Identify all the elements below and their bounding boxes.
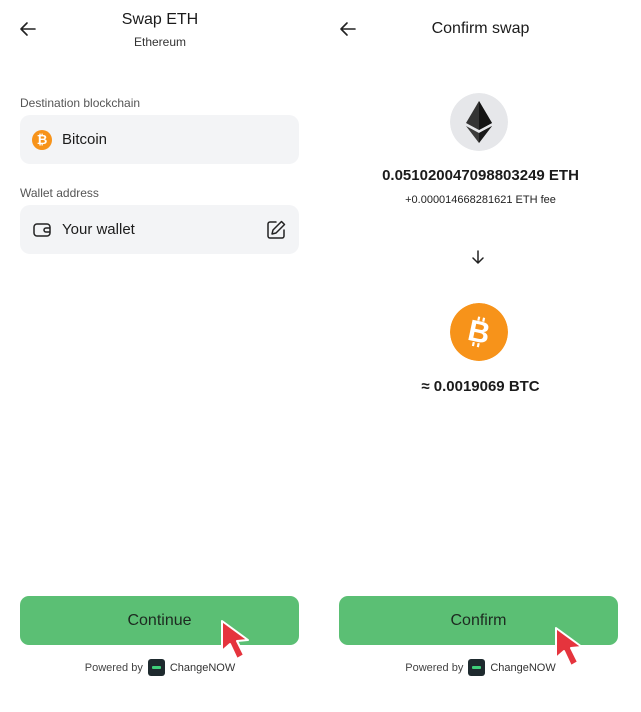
- wallet-value: Your wallet: [62, 221, 135, 238]
- bitcoin-icon: B: [450, 303, 508, 361]
- to-amount: ≈ 0.0019069 BTC: [421, 378, 540, 395]
- page-title: Swap ETH: [121, 11, 199, 28]
- arrow-down-icon: [472, 250, 484, 264]
- bitcoin-icon: ₿: [32, 129, 52, 150]
- powered-by-brand: ChangeNOW: [169, 661, 236, 674]
- page-title: Confirm swap: [431, 20, 530, 37]
- powered-by-text: Powered by: [405, 661, 464, 674]
- destination-value: Bitcoin: [62, 131, 108, 148]
- edit-icon[interactable]: [265, 219, 287, 241]
- confirm-button[interactable]: Confirm: [339, 596, 618, 645]
- swap-eth-screen: Swap ETH Ethereum Destination blockchain…: [0, 0, 320, 712]
- continue-button[interactable]: Continue: [20, 596, 299, 645]
- changenow-logo-icon: [468, 659, 486, 676]
- changenow-logo-icon: [147, 659, 165, 676]
- confirm-swap-screen: Confirm swap 0.051020047098803249 ETH +0…: [320, 0, 641, 712]
- powered-by: Powered by ChangeNOW: [320, 659, 641, 676]
- powered-by: Powered by ChangeNOW: [0, 659, 320, 676]
- network-fee: +0.000014668281621 ETH fee: [405, 194, 556, 206]
- from-amount: 0.051020047098803249 ETH: [382, 167, 579, 184]
- destination-label: Destination blockchain: [20, 96, 141, 110]
- wallet-label: Wallet address: [20, 186, 99, 200]
- powered-by-brand: ChangeNOW: [490, 661, 556, 674]
- page-subtitle: Ethereum: [133, 35, 187, 49]
- wallet-address-field[interactable]: Your wallet: [20, 205, 299, 254]
- wallet-icon: [33, 222, 51, 237]
- destination-blockchain-select[interactable]: ₿ Bitcoin: [20, 115, 299, 164]
- powered-by-text: Powered by: [84, 661, 143, 674]
- ethereum-icon: [450, 93, 508, 151]
